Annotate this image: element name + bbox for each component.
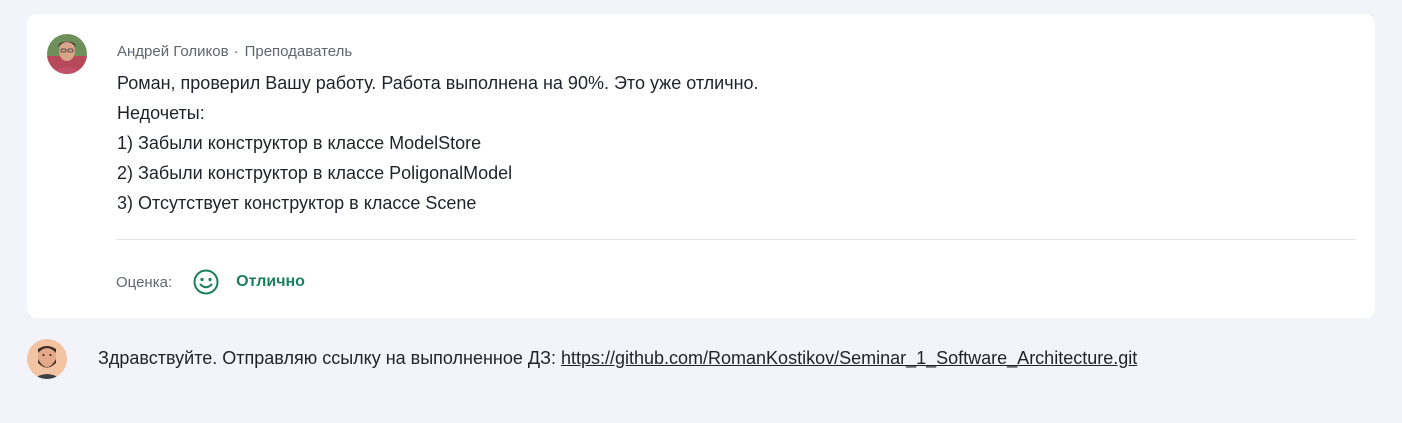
homework-link[interactable]: https://github.com/RomanKostikov/Seminar…	[561, 348, 1137, 368]
teacher-avatar-image	[47, 34, 87, 74]
teacher-avatar[interactable]	[47, 34, 87, 74]
comment-line: 3) Отсутствует конструктор в классе Scen…	[117, 193, 477, 213]
grade-label: Оценка:	[116, 273, 173, 291]
smiley-face-icon	[192, 268, 220, 296]
comment-body: Роман, проверил Вашу работу. Работа выпо…	[117, 68, 1347, 218]
student-message: Здравствуйте. Отправляю ссылку на выполн…	[98, 348, 1137, 369]
student-avatar[interactable]	[27, 339, 67, 379]
author-name[interactable]: Андрей Голиков	[117, 43, 229, 60]
comment-line: 1) Забыли конструктор в классе ModelStor…	[117, 133, 482, 153]
grade-row: Оценка: Отлично	[116, 266, 305, 298]
comment-author-line: Андрей Голиков · Преподаватель	[117, 43, 352, 60]
comment-line: 2) Забыли конструктор в классе Poligonal…	[117, 163, 513, 183]
teacher-comment-card: Андрей Голиков · Преподаватель Роман, пров…	[27, 14, 1375, 318]
comment-divider	[116, 239, 1356, 240]
student-avatar-image	[27, 339, 67, 379]
author-separator: ·	[233, 43, 239, 60]
comment-line: Роман, проверил Вашу работу. Работа выпо…	[117, 73, 759, 93]
grade-value: Отлично	[236, 273, 305, 290]
student-message-text: Здравствуйте. Отправляю ссылку на выполн…	[98, 348, 561, 368]
author-role: Преподаватель	[244, 43, 353, 60]
comment-line: Недочеты:	[117, 103, 205, 123]
